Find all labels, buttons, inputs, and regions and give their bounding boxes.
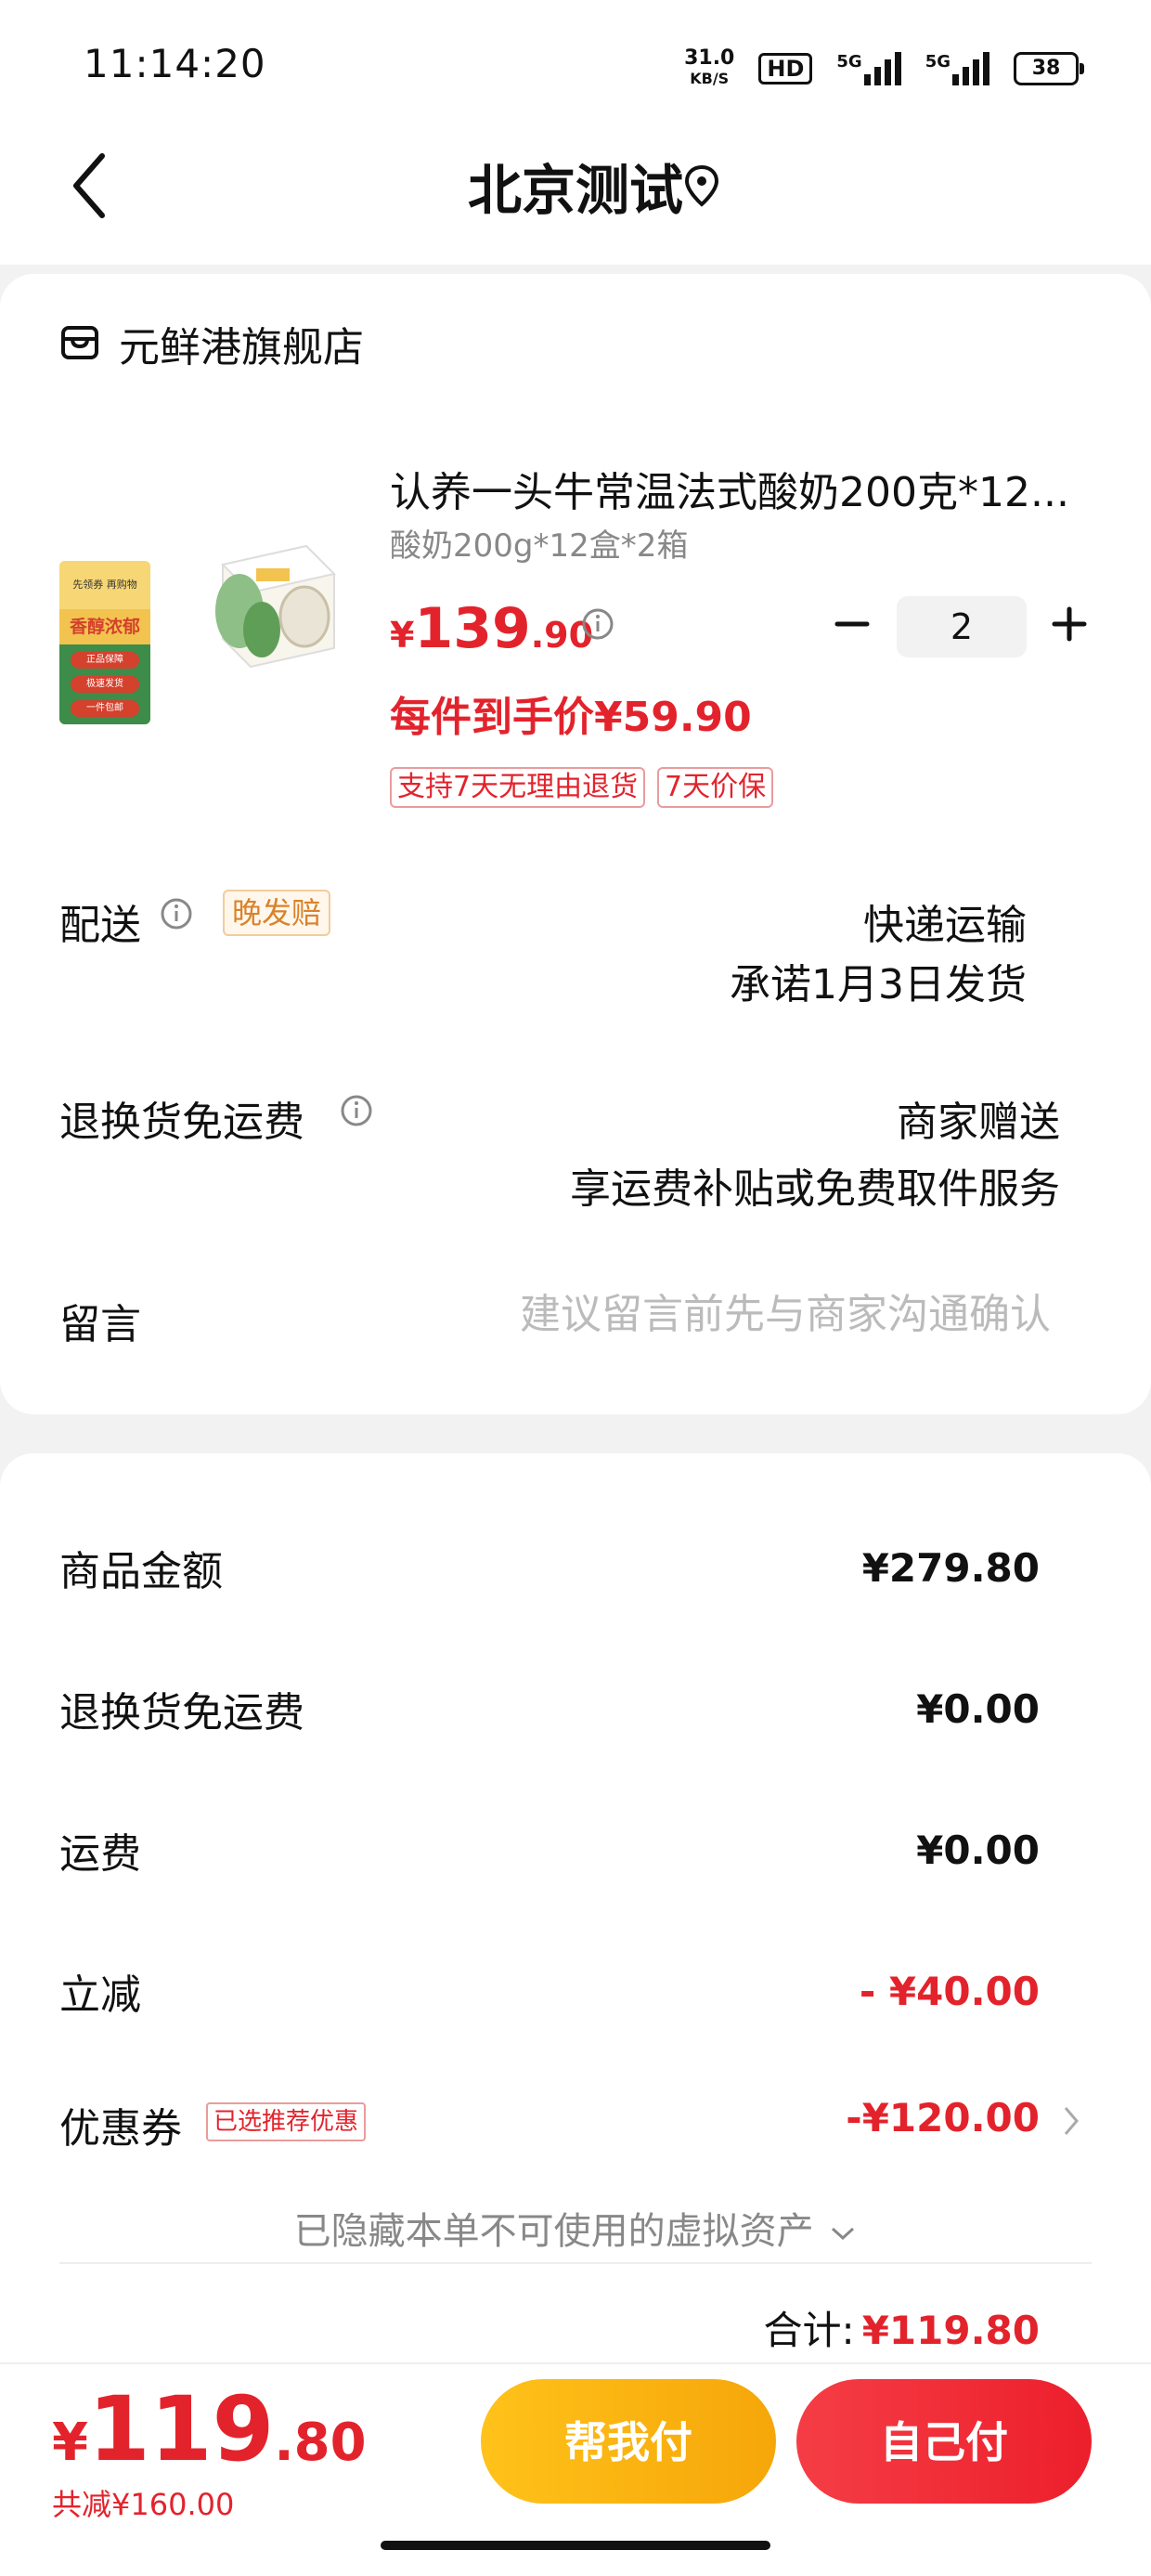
total-saved: 共减¥160.00 <box>52 2487 235 2522</box>
store-icon <box>61 326 98 359</box>
return-shipping-desc: 享运费补贴或免费取件服务 <box>570 1165 1060 1213</box>
quantity-plus-button[interactable] <box>1051 605 1088 643</box>
divider <box>59 2262 1092 2264</box>
delivery-info-icon[interactable] <box>160 897 193 930</box>
product-spec: 酸奶200g*12盒*2箱 <box>390 527 689 565</box>
battery-icon: 38 <box>1014 52 1084 85</box>
coupon-label[interactable]: 优惠券 <box>59 2095 182 2154</box>
product-price: ¥ 139 .90 <box>390 596 594 661</box>
total-row: 合计: ¥119.80 <box>764 2299 1040 2356</box>
goods-amount-value: ¥279.80 <box>861 1545 1040 1591</box>
service-tag-return[interactable]: 支持7天无理由退货 <box>390 767 646 808</box>
return-fee-value: ¥0.00 <box>916 1686 1040 1732</box>
product-title[interactable]: 认养一头牛常温法式酸奶200克*12... <box>390 459 1077 518</box>
coupon-value[interactable]: -¥120.00 <box>846 2095 1040 2140</box>
store-name[interactable]: 元鲜港旗舰店 <box>119 314 364 373</box>
return-fee-label: 退换货免运费 <box>59 1689 304 1737</box>
discount-label: 立减 <box>59 1971 141 2019</box>
quantity-minus-button[interactable] <box>834 605 871 643</box>
coupon-recommended-badge: 已选推荐优惠 <box>206 2102 367 2141</box>
unit-price: 每件到手价¥59.90 <box>390 694 752 741</box>
return-info-icon[interactable] <box>340 1094 373 1127</box>
home-indicator[interactable] <box>381 2541 770 2550</box>
shipping-fee-label: 运费 <box>59 1830 141 1878</box>
message-input[interactable] <box>401 1291 1051 1338</box>
hd-icon: HD <box>758 53 813 85</box>
total-label: 合计: <box>763 2308 855 2353</box>
return-shipping-label: 退换货免运费 <box>59 1099 304 1146</box>
signal-icon-2: 5G <box>925 52 989 85</box>
price-info-icon[interactable] <box>581 607 614 641</box>
product-image-2[interactable] <box>195 527 343 676</box>
net-speed: 31.0 KB/S <box>684 46 735 88</box>
return-shipping-value: 商家赠送 <box>897 1099 1060 1146</box>
chevron-down-icon <box>832 2227 855 2241</box>
service-tag-price-protect[interactable]: 7天价保 <box>657 767 774 808</box>
help-pay-button[interactable]: 帮我付 <box>481 2379 776 2504</box>
signal-icon: 5G <box>836 52 901 85</box>
status-icons: 31.0 KB/S HD 5G 5G 38 <box>684 46 1084 89</box>
shipping-fee-value: ¥0.00 <box>916 1828 1040 1873</box>
delivery-promise: 承诺1月3日发货 <box>730 961 1027 1008</box>
product-image-1[interactable]: 先领券 再购物 香醇浓郁 正品保障 极速发货 一件包邮 <box>59 561 150 724</box>
message-label: 留言 <box>59 1301 141 1348</box>
self-pay-button[interactable]: 自己付 <box>796 2379 1092 2504</box>
discount-value: - ¥40.00 <box>859 1969 1040 2014</box>
chevron-right-icon[interactable] <box>1060 2101 1082 2141</box>
location-pin-icon[interactable] <box>683 163 720 208</box>
status-time: 11:14:20 <box>84 41 266 86</box>
page-title[interactable]: 北京测试 <box>0 147 1151 225</box>
quantity-input[interactable]: 2 <box>897 596 1027 657</box>
delivery-method[interactable]: 快递运输 <box>863 891 1027 951</box>
order-card <box>0 274 1151 1414</box>
goods-amount-label: 商品金额 <box>59 1548 223 1595</box>
late-delivery-badge[interactable]: 晚发赔 <box>223 890 331 936</box>
total-value: ¥119.80 <box>861 2308 1040 2353</box>
hidden-assets-toggle[interactable]: 已隐藏本单不可使用的虚拟资产 <box>0 2201 1151 2255</box>
delivery-label: 配送 <box>59 902 141 949</box>
footer-price: ¥ 119 .80 <box>52 2377 367 2481</box>
